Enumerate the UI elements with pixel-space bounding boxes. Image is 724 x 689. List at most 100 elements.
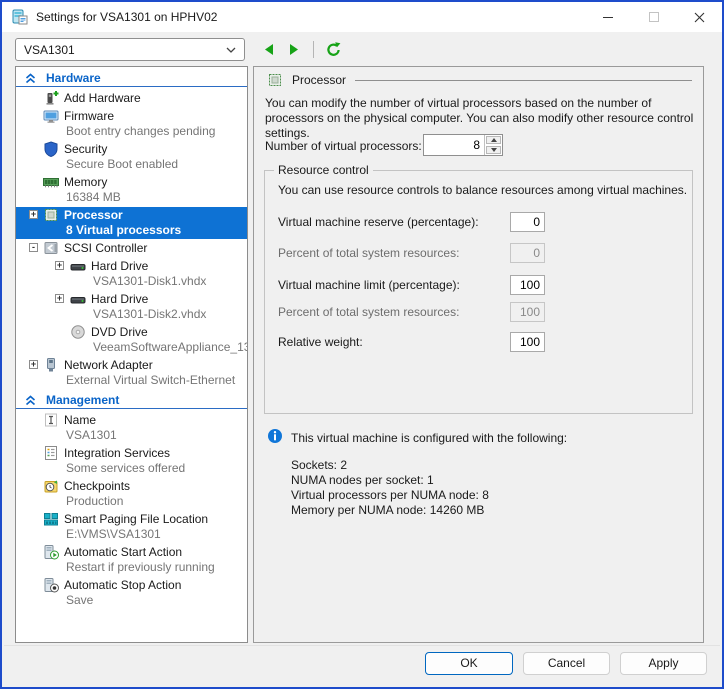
expand-icon[interactable]: + (55, 261, 64, 270)
forward-arrow-icon[interactable] (285, 40, 303, 60)
back-arrow-icon[interactable] (260, 40, 278, 60)
dvd-drive-icon (70, 324, 86, 340)
processor-icon (43, 207, 59, 223)
item-subtitle: Restart if previously running (64, 560, 245, 575)
cancel-button[interactable]: Cancel (523, 652, 610, 675)
limit-label: Virtual machine limit (percentage): (278, 278, 460, 292)
item-subtitle: VSA1301-Disk2.vhdx (91, 307, 245, 322)
limit-input[interactable] (510, 275, 545, 295)
vm-selector-value: VSA1301 (24, 43, 226, 57)
pane-header: Processor (267, 72, 692, 88)
smart-paging-icon (43, 511, 59, 527)
section-label: Hardware (46, 71, 101, 85)
sidebar-item-firmware[interactable]: Firmware Boot entry changes pending (16, 108, 247, 140)
sidebar-item-hard-drive-1[interactable]: + Hard Drive VSA1301-Disk1.vhdx (16, 258, 247, 290)
minimize-button[interactable] (592, 2, 624, 32)
sidebar-item-name[interactable]: Name VSA1301 (16, 412, 247, 444)
window-title: Settings for VSA1301 on HPHV02 (36, 10, 217, 24)
firmware-icon (43, 108, 59, 124)
spin-up-button[interactable] (486, 136, 501, 144)
spinner-buttons (484, 135, 502, 155)
item-label: Integration Services (64, 445, 245, 461)
collapse-icon[interactable]: - (29, 243, 38, 252)
settings-pane: Processor You can modify the number of v… (253, 66, 704, 643)
item-label: Smart Paging File Location (64, 511, 245, 527)
footer-divider (4, 645, 720, 646)
item-label: Security (64, 141, 245, 157)
reserve-percent-label: Percent of total system resources: (278, 246, 459, 260)
item-label: Automatic Start Action (64, 544, 245, 560)
section-label: Management (46, 393, 119, 407)
section-hardware[interactable]: Hardware (16, 70, 247, 87)
refresh-icon[interactable] (324, 40, 342, 60)
add-hardware-icon (43, 90, 59, 106)
chevron-down-icon (226, 47, 236, 53)
sidebar-item-automatic-start[interactable]: Automatic Start Action Restart if previo… (16, 544, 247, 576)
sidebar-item-integration-services[interactable]: Integration Services Some services offer… (16, 445, 247, 477)
item-subtitle: Secure Boot enabled (64, 157, 245, 172)
item-subtitle: Save (64, 593, 245, 608)
sidebar-item-smart-paging[interactable]: Smart Paging File Location E:\VMS\VSA130… (16, 511, 247, 543)
item-subtitle: 8 Virtual processors (64, 223, 245, 238)
header-rule (355, 80, 692, 81)
item-label: Hard Drive (91, 291, 245, 307)
section-management[interactable]: Management (16, 392, 247, 409)
item-label: Name (64, 412, 245, 428)
sidebar-item-processor[interactable]: + Processor 8 Virtual processors (16, 207, 247, 239)
security-shield-icon (43, 141, 59, 157)
item-label: Network Adapter (64, 357, 245, 373)
limit-percent-label: Percent of total system resources: (278, 305, 459, 319)
info-lines: Sockets: 2 NUMA nodes per socket: 1 Virt… (291, 458, 489, 518)
automatic-start-icon (43, 544, 59, 560)
group-description: You can use resource controls to balance… (278, 183, 687, 197)
pane-title: Processor (292, 73, 346, 87)
apply-button[interactable]: Apply (620, 652, 707, 675)
sidebar-item-checkpoints[interactable]: Checkpoints Production (16, 478, 247, 510)
item-subtitle: VSA1301 (64, 428, 245, 443)
toolbar-separator (313, 41, 314, 58)
weight-label: Relative weight: (278, 335, 363, 349)
item-subtitle: 16384 MB (64, 190, 245, 205)
item-label: Hard Drive (91, 258, 245, 274)
info-icon (267, 428, 283, 444)
item-subtitle: External Virtual Switch-Ethernet (64, 373, 245, 388)
expand-icon[interactable]: + (29, 210, 38, 219)
reserve-percent-input (510, 243, 545, 263)
sidebar-item-automatic-stop[interactable]: Automatic Stop Action Save (16, 577, 247, 609)
item-subtitle: Boot entry changes pending (64, 124, 245, 139)
vproc-spinner (423, 134, 503, 156)
item-subtitle: Some services offered (64, 461, 245, 476)
name-icon (43, 412, 59, 428)
sidebar-item-add-hardware[interactable]: Add Hardware (16, 90, 247, 107)
item-subtitle: E:\VMS\VSA1301 (64, 527, 245, 542)
expand-icon[interactable]: + (29, 360, 38, 369)
maximize-button (638, 2, 670, 32)
vproc-input[interactable] (424, 135, 484, 155)
expand-icon[interactable]: + (55, 294, 64, 303)
sidebar-item-dvd-drive[interactable]: DVD Drive VeeamSoftwareAppliance_13.... (16, 324, 247, 356)
collapse-chevron-icon (25, 395, 36, 406)
group-title: Resource control (274, 163, 373, 177)
weight-input[interactable] (510, 332, 545, 352)
sidebar-item-scsi-controller[interactable]: - SCSI Controller (16, 240, 247, 257)
info-intro: This virtual machine is configured with … (291, 431, 567, 445)
sidebar-item-security[interactable]: Security Secure Boot enabled (16, 141, 247, 173)
triangle-up-icon (491, 138, 497, 142)
collapse-chevron-icon (25, 73, 36, 84)
ok-button[interactable]: OK (425, 652, 513, 675)
sidebar-item-hard-drive-2[interactable]: + Hard Drive VSA1301-Disk2.vhdx (16, 291, 247, 323)
item-label: Memory (64, 174, 245, 190)
sidebar-item-memory[interactable]: Memory 16384 MB (16, 174, 247, 206)
sidebar-item-network-adapter[interactable]: + Network Adapter External Virtual Switc… (16, 357, 247, 389)
info-line-vprocs: Virtual processors per NUMA node: 8 (291, 488, 489, 503)
reserve-input[interactable] (510, 212, 545, 232)
vproc-label: Number of virtual processors: (265, 139, 422, 153)
spin-down-button[interactable] (486, 146, 501, 154)
item-label: Add Hardware (64, 90, 245, 106)
vm-selector-dropdown[interactable]: VSA1301 (15, 38, 245, 61)
checkpoints-icon (43, 478, 59, 494)
item-label: Processor (64, 207, 245, 223)
item-label: SCSI Controller (64, 240, 245, 256)
toolbar: VSA1301 (2, 32, 722, 66)
close-button[interactable] (683, 2, 715, 32)
